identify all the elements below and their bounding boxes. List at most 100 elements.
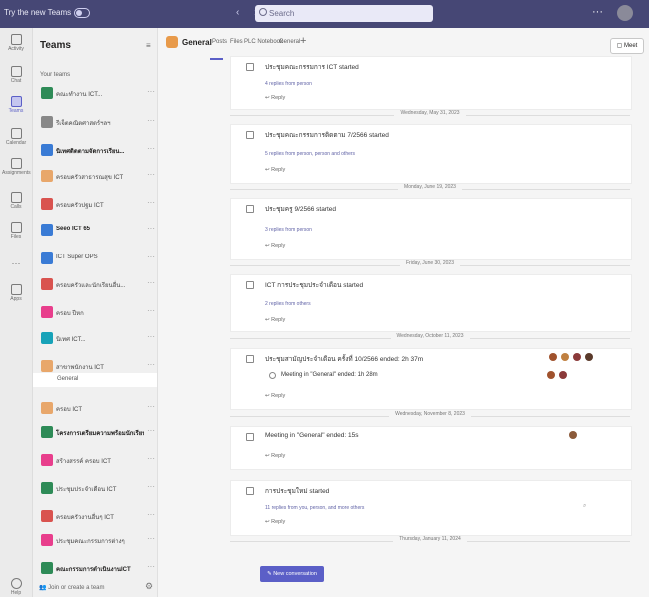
post-card[interactable]: ประชุมคณะกรรมการ ICT started 4 replies f… <box>230 56 632 110</box>
team-item[interactable]: ครอบครัวและนักเรียนอื่น... ··· <box>39 276 157 296</box>
reply-button[interactable]: ↩ Reply <box>265 243 285 249</box>
more-options-icon[interactable]: ··· <box>147 534 155 543</box>
more-options-icon[interactable]: ··· <box>592 6 603 18</box>
rail-teams[interactable]: Teams <box>2 96 30 114</box>
team-item[interactable]: นิเทศ ICT... ··· <box>39 330 157 350</box>
rail-label: Assignments <box>2 170 31 176</box>
more-options-icon[interactable]: ··· <box>147 562 155 571</box>
team-avatar <box>41 224 53 236</box>
date-label: Thursday, January 11, 2024 <box>393 536 467 542</box>
reply-button[interactable]: ↩ Reply <box>265 519 285 525</box>
post-card[interactable]: Meeting in "General" ended: 15s ↩ Reply <box>230 426 632 470</box>
date-label: Wednesday, November 8, 2023 <box>389 411 471 417</box>
team-item[interactable]: ครอบครัวปฐม ICT ··· <box>39 196 157 216</box>
rail-files[interactable]: Files <box>2 222 30 240</box>
join-create-team-link[interactable]: 👥 Join or create a team <box>39 584 105 591</box>
more-options-icon[interactable]: ··· <box>147 332 155 341</box>
meeting-icon <box>246 281 254 289</box>
team-item[interactable]: คณะกรรมการดำเนินงานICT ··· <box>39 560 157 580</box>
more-options-icon[interactable]: ··· <box>147 144 155 153</box>
team-item[interactable]: ครอบ ปีหก ··· <box>39 304 157 324</box>
reply-button[interactable]: ↩ Reply <box>265 393 285 399</box>
post-title: ประชุมคณะกรรมการ ICT started <box>265 64 359 71</box>
post-card[interactable]: ประชุมสามัญประจำเดือน ครั้งที่ 10/2566 e… <box>230 348 632 410</box>
team-item[interactable]: ครอบครัวสาธารณสุข ICT ··· <box>39 168 157 188</box>
rail-apps[interactable]: Apps <box>2 284 30 302</box>
more-options-icon[interactable]: ··· <box>147 306 155 315</box>
filter-icon[interactable]: ≡ <box>146 41 151 50</box>
reply-button[interactable]: ↩ Reply <box>265 453 285 459</box>
more-options-icon[interactable]: ··· <box>147 198 155 207</box>
team-item[interactable]: ครอบ ICT ··· <box>39 400 157 420</box>
tab-files[interactable]: Files <box>230 39 243 45</box>
app-rail: Activity Chat Teams Calendar Assignments… <box>0 28 33 597</box>
reply-button[interactable]: ↩ Reply <box>265 317 285 323</box>
tab-posts[interactable]: Posts <box>212 39 227 45</box>
more-options-icon[interactable]: ··· <box>147 482 155 491</box>
date-divider: Thursday, January 11, 2024 <box>230 536 630 546</box>
team-item[interactable]: ประชุมคณะกรรมการต่างๆ ··· <box>39 532 157 552</box>
more-options-icon[interactable]: ··· <box>147 426 155 435</box>
new-conversation-button[interactable]: ✎ New conversation <box>260 566 324 582</box>
more-options-icon[interactable]: ··· <box>147 454 155 463</box>
rail-assignments[interactable]: Assignments <box>2 158 31 176</box>
more-options-icon[interactable]: ··· <box>147 252 155 261</box>
replies-link[interactable]: 11 replies from you, person, and more ot… <box>265 505 364 511</box>
post-card[interactable]: ประชุมครู 9/2566 started 3 replies from … <box>230 198 632 260</box>
team-name: ICT Super OPS <box>56 254 98 260</box>
more-options-icon[interactable]: ··· <box>147 402 155 411</box>
rail-more[interactable]: ··· <box>2 258 30 268</box>
avatar[interactable] <box>617 5 633 21</box>
meet-button[interactable]: ▢ Meet <box>610 38 644 54</box>
replies-link[interactable]: 4 replies from person <box>265 81 312 87</box>
post-card[interactable]: การประชุมใหม่ started 11 replies from yo… <box>230 480 632 536</box>
team-item[interactable]: ครอบครัวงานอื่นๆ ICT ··· <box>39 508 157 528</box>
team-avatar <box>41 360 53 372</box>
channel-general[interactable]: General <box>33 373 157 387</box>
team-item[interactable]: คณะทำงาน ICT... ··· <box>39 85 157 105</box>
rail-calls[interactable]: Calls <box>2 192 30 210</box>
more-options-icon[interactable]: ··· <box>147 510 155 519</box>
gear-icon[interactable]: ⚙ <box>145 581 153 592</box>
rail-calendar[interactable]: Calendar <box>2 128 30 146</box>
rail-chat[interactable]: Chat <box>2 66 30 84</box>
replies-link[interactable]: 3 replies from person <box>265 227 312 233</box>
meeting-icon <box>246 355 254 363</box>
team-name: รีเจ็ตคณิตศาสตร์ฯลฯ <box>56 121 111 127</box>
meeting-icon <box>269 372 276 379</box>
reply-button[interactable]: ↩ Reply <box>265 167 285 173</box>
team-avatar <box>41 426 53 438</box>
team-name: สร้างสรรค์ ครอบ ICT <box>56 459 111 465</box>
rail-activity[interactable]: Activity <box>2 34 30 52</box>
date-label: Wednesday, May 31, 2023 <box>394 110 466 116</box>
more-options-icon[interactable]: ··· <box>147 116 155 125</box>
tab-plc-notebook[interactable]: PLC Notebook <box>244 39 283 45</box>
more-options-icon[interactable]: ··· <box>147 278 155 287</box>
add-tab-icon[interactable]: + <box>300 35 306 47</box>
more-options-icon[interactable]: ··· <box>147 87 155 96</box>
team-item[interactable]: Seeo ICT 65 ··· <box>39 222 157 242</box>
team-item[interactable]: รีเจ็ตคณิตศาสตร์ฯลฯ ··· <box>39 114 157 134</box>
more-options-icon[interactable]: ··· <box>147 360 155 369</box>
replies-link[interactable]: 5 replies from person, person and others <box>265 151 355 157</box>
more-options-icon[interactable]: ··· <box>147 170 155 179</box>
post-card[interactable]: ICT การประชุมประจำเดือน started 2 replie… <box>230 274 632 332</box>
team-name: ครอบ ปีหก <box>56 311 84 317</box>
team-item[interactable]: สร้างสรรค์ ครอบ ICT ··· <box>39 452 157 472</box>
post-card[interactable]: ประชุมคณะกรรมการติดตาม 7/2566 started 5 … <box>230 124 632 184</box>
avatar <box>561 353 569 361</box>
team-item[interactable]: ประชุมประจำเดือน ICT ··· <box>39 480 157 500</box>
replies-link[interactable]: 2 replies from others <box>265 301 311 307</box>
team-item[interactable]: โครงการเตรียมความพร้อมนักเรียน ··· <box>39 424 157 444</box>
tab-general[interactable]: General <box>279 39 300 45</box>
team-avatar <box>41 198 53 210</box>
reply-button[interactable]: ↩ Reply <box>265 95 285 101</box>
team-item[interactable]: นิเทศติดตามจัดการเรียน... ··· <box>39 142 157 162</box>
rail-label: Files <box>10 234 22 240</box>
search-input[interactable]: Search <box>255 5 433 22</box>
team-item[interactable]: ICT Super OPS ··· <box>39 250 157 270</box>
rail-help[interactable]: Help <box>2 578 30 596</box>
team-name: ครอบ ICT <box>56 407 82 413</box>
try-new-teams-toggle[interactable]: Try the new Teams <box>4 8 91 18</box>
more-options-icon[interactable]: ··· <box>147 224 155 233</box>
